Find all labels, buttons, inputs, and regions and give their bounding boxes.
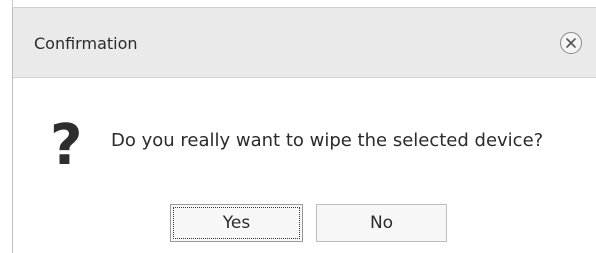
no-button[interactable]: No xyxy=(316,204,447,242)
yes-button[interactable]: Yes xyxy=(170,204,303,242)
close-icon xyxy=(566,38,576,48)
confirmation-dialog: Confirmation ? Do you really want to wip… xyxy=(12,7,596,253)
no-button-label: No xyxy=(369,213,394,233)
dialog-titlebar: Confirmation xyxy=(13,8,596,78)
question-icon: ? xyxy=(50,113,83,178)
dialog-message: Do you really want to wipe the selected … xyxy=(111,130,544,151)
focus-ring xyxy=(173,207,300,239)
dialog-title: Confirmation xyxy=(34,34,138,53)
close-button[interactable] xyxy=(560,32,582,54)
screen: Confirmation ? Do you really want to wip… xyxy=(0,0,596,253)
